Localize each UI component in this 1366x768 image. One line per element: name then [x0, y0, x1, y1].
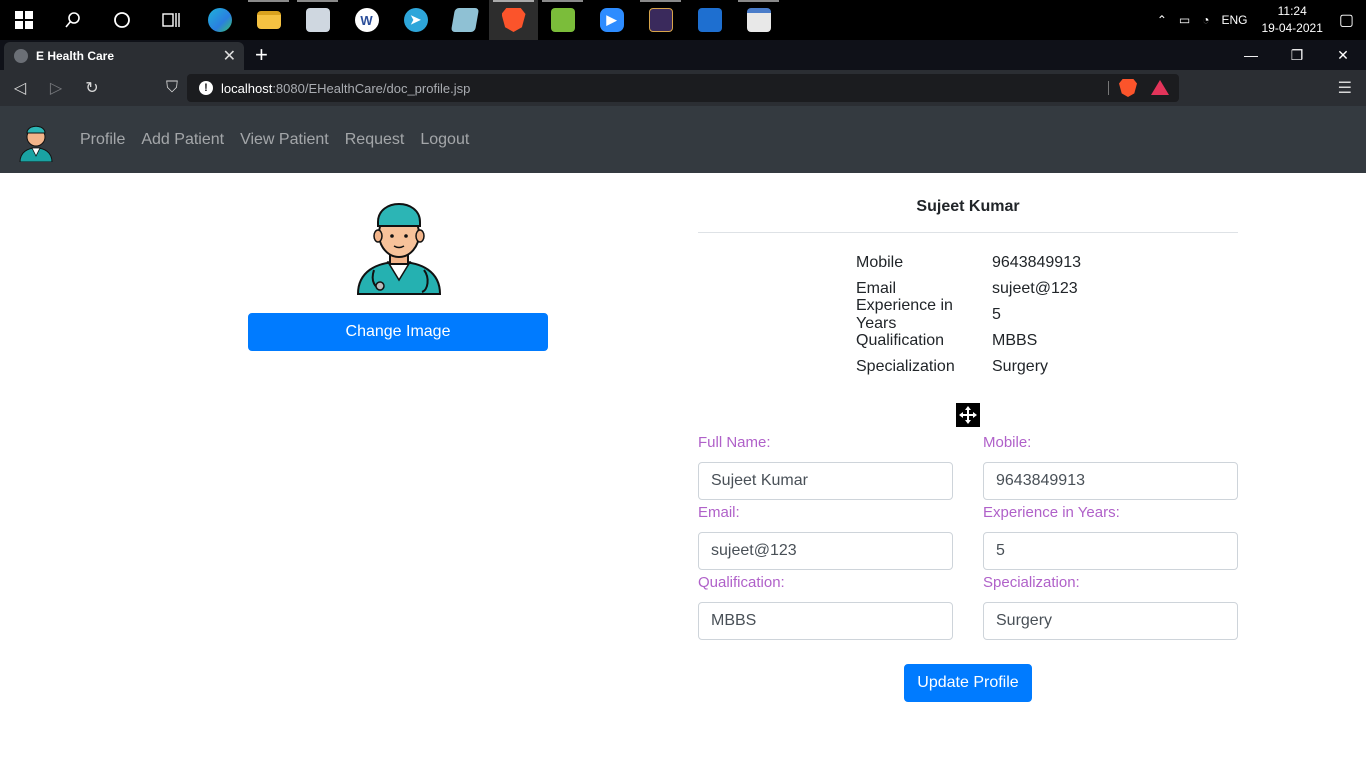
clock[interactable]: 11:24 19-04-2021	[1261, 3, 1322, 37]
brave-shields-icon[interactable]	[1119, 79, 1137, 97]
close-tab-icon[interactable]: ✕	[223, 46, 236, 66]
change-image-button[interactable]: Change Image	[248, 313, 548, 351]
detail-row-mobile: Mobile 9643849913	[856, 250, 1081, 276]
game-app-icon[interactable]	[636, 0, 685, 40]
clock-date: 19-04-2021	[1261, 21, 1323, 35]
app-navbar: Profile Add Patient View Patient Request…	[0, 106, 1366, 173]
site-info-icon[interactable]: !	[199, 81, 213, 95]
doctor-name-title: Sujeet Kumar	[916, 198, 1020, 215]
move-cursor-icon	[956, 403, 980, 427]
language-indicator[interactable]: ENG	[1221, 13, 1247, 27]
specialization-input[interactable]	[983, 602, 1238, 640]
detail-row-qualification: Qualification MBBS	[856, 328, 1081, 354]
url-path: :8080/EHealthCare/doc_profile.jsp	[272, 80, 471, 96]
brave-icon[interactable]	[489, 0, 538, 40]
email-input[interactable]	[698, 532, 953, 570]
edge-icon[interactable]	[195, 0, 244, 40]
tab-title: E Health Care	[36, 49, 115, 63]
browser-menu-icon[interactable]: ☰	[1338, 78, 1352, 98]
brave-rewards-icon[interactable]	[1151, 80, 1169, 95]
full-name-input[interactable]	[698, 462, 953, 500]
nav-profile-link[interactable]: Profile	[80, 131, 125, 149]
browser-tab[interactable]: E Health Care ✕	[4, 42, 244, 70]
windows-taskbar: W ➤ ▶ ⌃ ▭ ◔ ENG 11:24 19-04-2021 ▢	[0, 0, 1366, 40]
forward-button[interactable]: ▷	[40, 72, 72, 104]
chevron-up-icon[interactable]: ⌃	[1157, 13, 1167, 27]
restore-icon[interactable]: ❐	[1274, 40, 1320, 70]
windows-start-button[interactable]	[0, 0, 48, 40]
experience-label: Experience in Years:	[983, 504, 1120, 521]
new-tab-button[interactable]: +	[255, 42, 268, 68]
nav-request-link[interactable]: Request	[345, 131, 405, 149]
browser-tab-strip: E Health Care ✕ + — ❐ ✕	[0, 40, 1366, 70]
doctor-logo-icon[interactable]	[16, 118, 56, 162]
detail-value: sujeet@123	[992, 280, 1078, 297]
minimize-icon[interactable]: —	[1228, 40, 1274, 70]
detail-key: Qualification	[856, 332, 945, 349]
profile-details-table: Mobile 9643849913 Email sujeet@123 Exper…	[856, 250, 1081, 380]
system-tray: ⌃ ▭ ◔ ENG 11:24 19-04-2021 ▢	[1157, 0, 1366, 40]
doctor-avatar-image	[356, 203, 442, 295]
notes-app-icon[interactable]	[440, 0, 489, 40]
address-bar[interactable]: ! localhost:8080/EHealthCare/doc_profile…	[187, 74, 1179, 102]
clock-time: 11:24	[1277, 4, 1307, 18]
window-controls: — ❐ ✕	[1228, 40, 1366, 70]
word-app-icon[interactable]: W	[342, 0, 391, 40]
globe-icon	[14, 49, 28, 63]
nav-logout-link[interactable]: Logout	[420, 131, 469, 149]
detail-key: Mobile	[856, 254, 904, 271]
wifi-icon[interactable]: ◔	[1202, 13, 1209, 27]
task-view-icon[interactable]	[146, 0, 195, 40]
detail-row-specialization: Specialization Surgery	[856, 354, 1081, 380]
notifications-icon[interactable]: ▢	[1339, 10, 1354, 30]
nav-view-patient-link[interactable]: View Patient	[240, 131, 329, 149]
qualification-input[interactable]	[698, 602, 953, 640]
mobile-input[interactable]	[983, 462, 1238, 500]
sheet-app-icon[interactable]	[538, 0, 587, 40]
detail-value: 5	[992, 306, 1001, 323]
back-button[interactable]: ◁	[4, 72, 36, 104]
windows-logo-icon	[15, 11, 33, 29]
detail-value: MBBS	[992, 332, 1038, 349]
battery-icon[interactable]: ▭	[1179, 13, 1190, 27]
update-profile-button[interactable]: Update Profile	[904, 664, 1032, 702]
monitor-app-icon[interactable]	[293, 0, 342, 40]
email-label: Email:	[698, 504, 740, 521]
reload-button[interactable]: ↻	[76, 72, 108, 104]
url-host: localhost	[221, 80, 273, 96]
full-name-label: Full Name:	[698, 434, 771, 451]
photos-icon[interactable]	[685, 0, 734, 40]
detail-key: Email	[856, 280, 897, 297]
search-icon[interactable]	[48, 0, 97, 40]
mobile-label: Mobile:	[983, 434, 1032, 451]
experience-input[interactable]	[983, 532, 1238, 570]
qualification-label: Qualification:	[698, 574, 785, 591]
zoom-icon[interactable]: ▶	[587, 0, 636, 40]
detail-value: 9643849913	[992, 254, 1081, 271]
detail-key: Experience in Years	[856, 297, 953, 332]
bookmark-icon[interactable]: ⛉	[156, 72, 188, 104]
close-window-icon[interactable]: ✕	[1320, 40, 1366, 70]
specialization-label: Specialization:	[983, 574, 1080, 591]
detail-row-experience: Experience in Years 5	[856, 297, 1081, 332]
detail-value: Surgery	[992, 358, 1049, 375]
omnibox-divider	[1108, 81, 1109, 95]
cortana-icon[interactable]	[97, 0, 146, 40]
nav-add-patient-link[interactable]: Add Patient	[141, 131, 224, 149]
window-app-icon[interactable]	[734, 0, 783, 40]
file-explorer-icon[interactable]	[244, 0, 293, 40]
divider	[698, 232, 1238, 233]
browser-toolbar: ◁ ▷ ↻ ⛉ ! localhost:8080/EHealthCare/doc…	[0, 70, 1366, 106]
detail-key: Specialization	[856, 358, 955, 375]
telegram-icon[interactable]: ➤	[391, 0, 440, 40]
